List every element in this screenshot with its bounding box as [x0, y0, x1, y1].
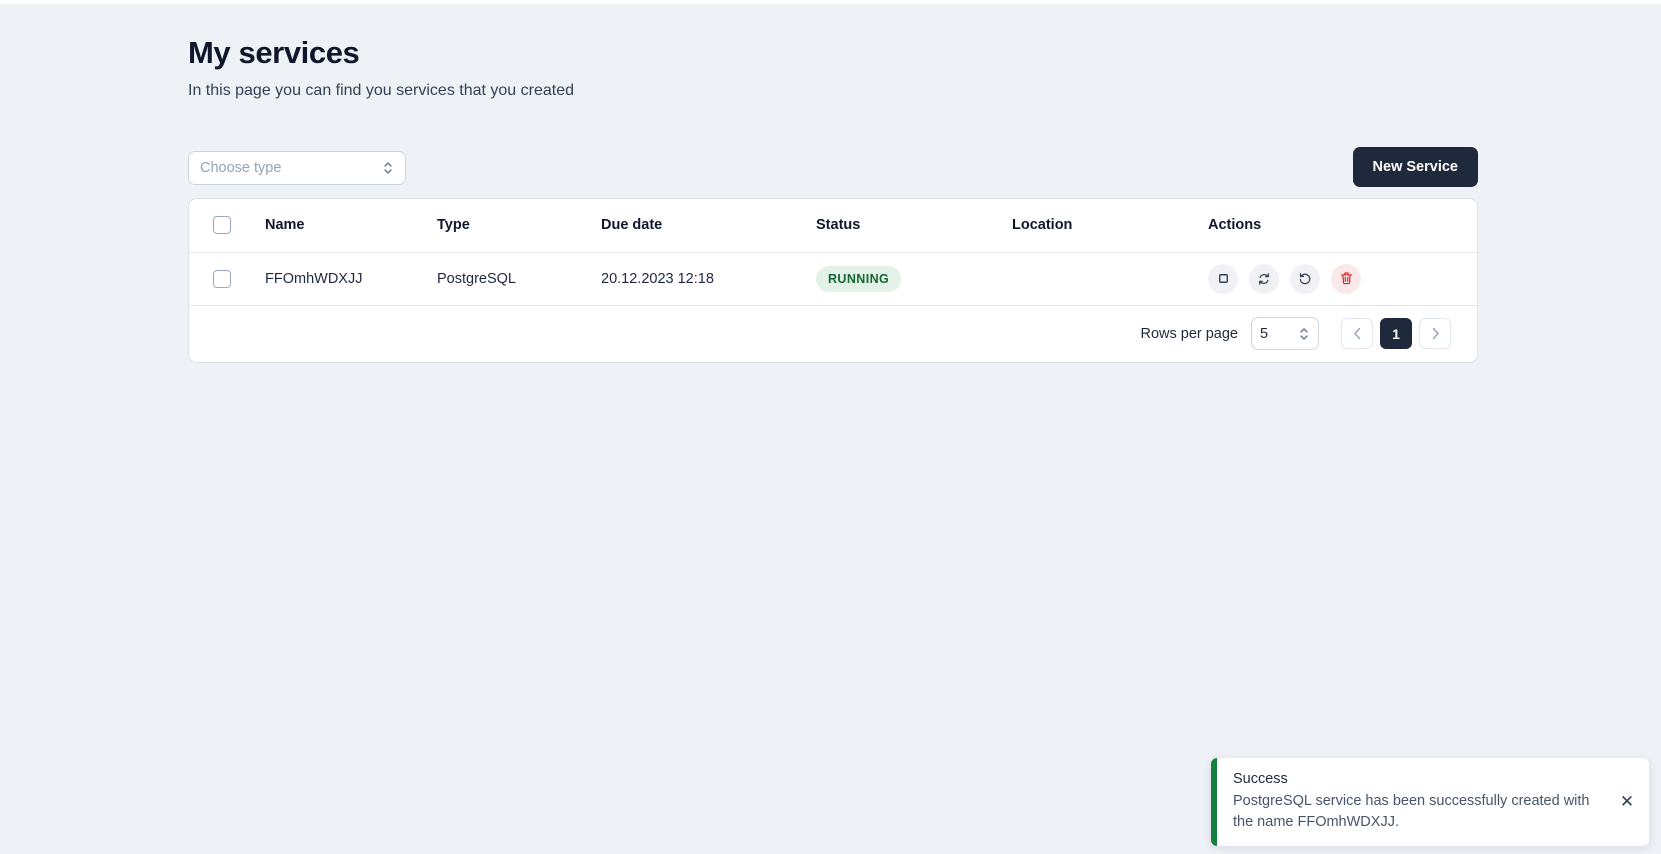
table-footer: Rows per page 5 1 — [189, 305, 1477, 362]
table-row: FFOmhWDXJJ PostgreSQL 20.12.2023 12:18 R… — [189, 252, 1477, 306]
delete-icon — [1340, 272, 1352, 285]
column-header-location: Location — [1012, 199, 1208, 253]
chevron-up-down-icon — [384, 162, 392, 174]
column-header-status: Status — [816, 199, 1012, 253]
select-all-header — [189, 199, 265, 253]
success-toast: Success PostgreSQL service has been succ… — [1211, 758, 1649, 847]
select-all-checkbox[interactable] — [213, 216, 231, 235]
type-filter-select[interactable]: Choose type — [188, 151, 406, 185]
rows-per-page-label: Rows per page — [1140, 325, 1238, 342]
toast-body: Success PostgreSQL service has been succ… — [1217, 758, 1605, 846]
page-button-1[interactable]: 1 — [1380, 318, 1412, 349]
page-header: My services In this page you can find yo… — [188, 34, 1478, 102]
rows-per-page-select[interactable]: 5 — [1251, 317, 1319, 350]
toast-title: Success — [1233, 771, 1288, 787]
reload-icon — [1299, 272, 1311, 284]
pagination: 1 — [1341, 318, 1451, 349]
cell-status: RUNNING — [816, 252, 1012, 306]
status-badge: RUNNING — [816, 265, 902, 292]
table-header-row: Name Type Due date Status Location Actio… — [189, 199, 1477, 253]
chevron-left-icon — [1353, 327, 1360, 340]
cell-location — [1012, 252, 1208, 306]
cell-name: FFOmhWDXJJ — [265, 252, 437, 306]
toast-close-button[interactable]: ✕ — [1605, 758, 1649, 846]
row-select-cell — [189, 252, 265, 306]
toolbar: Choose type New Service — [188, 147, 1478, 187]
cell-actions — [1208, 252, 1477, 306]
rows-per-page-value: 5 — [1260, 325, 1269, 342]
type-filter-value: Choose type — [200, 160, 282, 176]
stop-icon — [1218, 274, 1228, 283]
column-header-name: Name — [265, 199, 437, 253]
column-header-due-date: Due date — [601, 199, 816, 253]
table-head: Name Type Due date Status Location Actio… — [189, 199, 1477, 253]
column-header-actions: Actions — [1208, 199, 1477, 253]
top-strip — [0, 0, 1661, 4]
restart-service-button[interactable] — [1249, 263, 1279, 294]
services-table: Name Type Due date Status Location Actio… — [189, 199, 1477, 306]
next-page-button[interactable] — [1419, 318, 1451, 349]
table-body: FFOmhWDXJJ PostgreSQL 20.12.2023 12:18 R… — [189, 252, 1477, 306]
services-card: Name Type Due date Status Location Actio… — [188, 198, 1478, 363]
stop-service-button[interactable] — [1208, 263, 1238, 294]
page-title: My services — [188, 35, 360, 70]
delete-service-button[interactable] — [1331, 263, 1361, 294]
reload-service-button[interactable] — [1290, 263, 1320, 294]
cell-due-date: 20.12.2023 12:18 — [601, 252, 816, 306]
column-header-type: Type — [437, 199, 601, 253]
new-service-button[interactable]: New Service — [1352, 147, 1478, 187]
chevron-up-down-icon — [1300, 327, 1308, 340]
row-checkbox[interactable] — [213, 269, 231, 288]
toast-message: PostgreSQL service has been successfully… — [1233, 793, 1590, 830]
page-subtitle: In this page you can find you services t… — [188, 82, 575, 100]
cell-type: PostgreSQL — [437, 252, 601, 306]
page-root: My services In this page you can find yo… — [0, 0, 1661, 854]
restart-icon — [1259, 272, 1269, 285]
row-actions — [1208, 263, 1477, 294]
previous-page-button[interactable] — [1341, 318, 1373, 349]
chevron-right-icon — [1432, 327, 1439, 340]
